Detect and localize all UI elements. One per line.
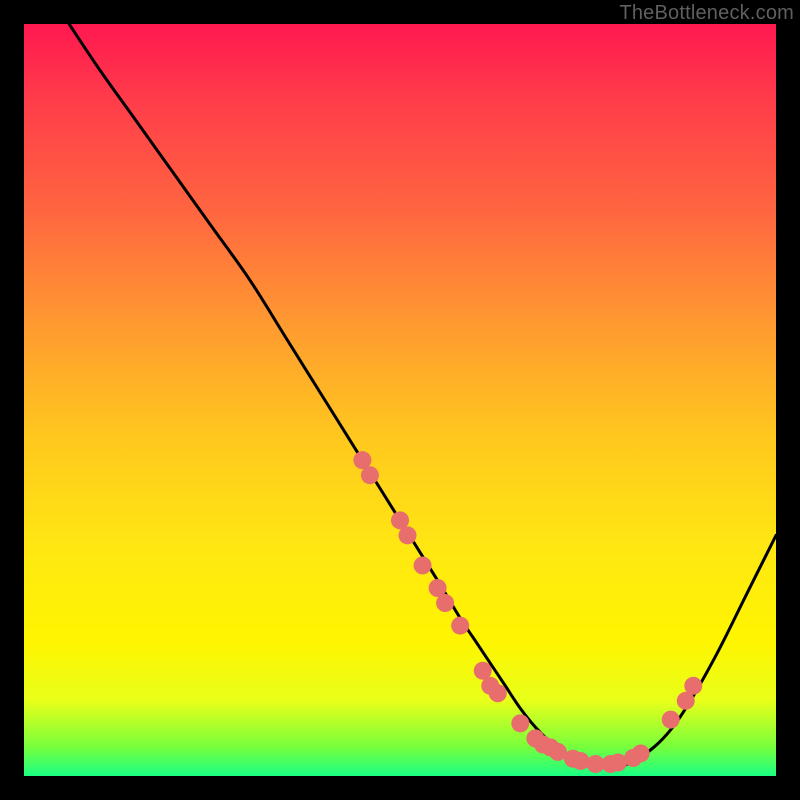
bottleneck-curve-line [69, 24, 776, 767]
curve-marker [399, 526, 417, 544]
curve-marker [361, 466, 379, 484]
watermark-text: TheBottleneck.com [619, 2, 794, 25]
curve-markers [353, 451, 702, 773]
curve-marker [451, 617, 469, 635]
chart-svg [24, 24, 776, 776]
curve-marker [662, 711, 680, 729]
curve-marker [436, 594, 454, 612]
curve-marker [511, 714, 529, 732]
chart-frame [24, 24, 776, 776]
curve-marker [571, 752, 589, 770]
curve-marker [684, 677, 702, 695]
curve-marker [489, 684, 507, 702]
curve-marker [414, 556, 432, 574]
curve-marker [632, 744, 650, 762]
